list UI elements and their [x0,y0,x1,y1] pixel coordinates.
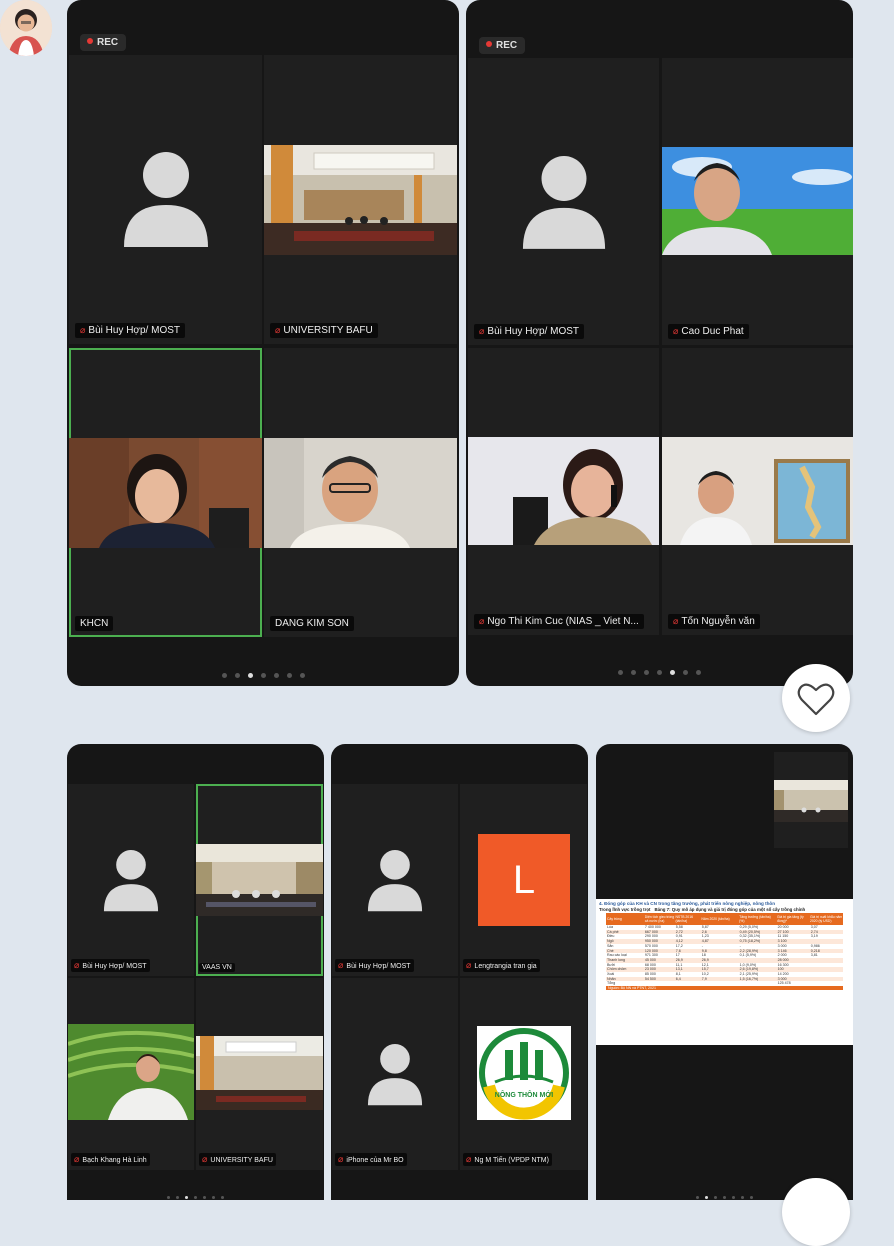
table-body: Lúa 7 400 000 5,58 5,87 0,29 (5,0%) 20 000 3,0… [606,925,843,986]
nong-thon-moi-logo: NÔNG THÔN MỚI [477,1026,571,1120]
participant-tile[interactable]: ⌀ UNIVERSITY BAFU [196,978,323,1170]
muted-mic-icon: ⌀ [466,960,472,970]
participant-tile[interactable]: ⌀ UNIVERSITY BAFU [264,55,457,344]
data-table: Cây trồng Diện tích gieo trồng cả nước (… [606,913,843,991]
muted-mic-icon: ⌀ [466,1154,472,1164]
participant-video [662,437,853,545]
default-user-icon [103,850,159,912]
slide-subtitle: Trong lĩnh vực trồng trọt [599,907,651,912]
recording-label: REC [496,40,518,51]
participant-tile[interactable]: ⌀ Ngo Thi Kim Cuc (NIAS _ Viet N... [468,348,659,635]
muted-mic-icon: ⌀ [479,616,485,626]
default-user-icon [123,152,208,247]
participant-tile[interactable]: ⌀ Bạch Khang Hà Linh [68,978,194,1170]
participant-name: KHCN [75,616,114,631]
participant-tile[interactable]: ⌀ iPhone của Mr BO [332,978,458,1170]
participant-name: ⌀ Bùi Huy Hợp/ MOST [335,959,414,972]
participant-video [468,437,659,545]
participant-name: ⌀ Bạch Khang Hà Linh [71,1153,150,1166]
default-user-icon [367,1044,423,1106]
participant-name: ⌀ iPhone của Mr BO [335,1153,407,1166]
meeting-screenshot-1[interactable]: REC ⌀ Bùi Huy Hợp/ MOST ⌀ UNIVERSITY BAF… [67,0,459,686]
muted-mic-icon: ⌀ [74,1154,80,1164]
self-view-thumbnail[interactable] [774,752,848,848]
participant-tile[interactable]: ⌀ Cao Duc Phat [662,58,853,345]
participant-tile[interactable]: ⌀ Bùi Huy Hợp/ MOST [69,55,262,344]
meeting-screenshot-5[interactable]: 4. Đóng góp của KH và CN trong tăng trưở… [596,744,853,1200]
record-dot-icon [486,41,492,47]
muted-mic-icon: ⌀ [673,616,679,626]
muted-mic-icon: ⌀ [202,1154,208,1164]
muted-mic-icon: ⌀ [74,960,80,970]
participant-tile[interactable]: ⌀ Bùi Huy Hợp/ MOST [332,784,458,976]
participant-name: ⌀ Tốn Nguyễn văn [668,614,760,629]
participant-name: ⌀ Ng M Tiến (VPDP NTM) [463,1153,552,1166]
participant-tile[interactable]: ⌀ Bùi Huy Hợp/ MOST [68,784,194,976]
participant-tile[interactable]: NÔNG THÔN MỚI ⌀ Ng M Tiến (VPDP NTM) [460,978,587,1170]
participant-name: ⌀ Cao Duc Phat [668,324,749,339]
participant-name: ⌀ Ngo Thi Kim Cuc (NIAS _ Viet N... [474,614,644,629]
muted-mic-icon: ⌀ [275,325,281,335]
page-indicator[interactable] [67,1186,324,1200]
participant-video [69,438,262,548]
muted-mic-icon: ⌀ [673,326,679,336]
active-speaker-tile[interactable]: VAAS VN [196,784,323,976]
participant-name: ⌀ Bùi Huy Hợp/ MOST [75,323,185,338]
heart-outline-icon [797,683,835,716]
participant-tile[interactable]: ⌀ Bùi Huy Hợp/ MOST [468,58,659,345]
participant-initial-avatar: L [478,834,570,926]
conference-room-video [264,145,457,255]
participant-tile[interactable]: DANG KIM SON [264,348,457,637]
default-user-icon [367,850,423,912]
recording-label: REC [97,37,119,48]
active-speaker-tile[interactable]: KHCN [69,348,262,637]
like-button[interactable] [782,1178,850,1246]
like-button[interactable] [782,664,850,732]
default-user-icon [522,156,605,249]
muted-mic-icon: ⌀ [338,960,344,970]
meeting-screenshot-3[interactable]: ⌀ Bùi Huy Hợp/ MOST VAAS VN ⌀ Bạch Khang… [67,744,324,1200]
muted-mic-icon: ⌀ [80,325,86,335]
shared-slide: 4. Đóng góp của KH và CN trong tăng trưở… [596,899,853,1045]
participant-video [662,147,853,255]
muted-mic-icon: ⌀ [479,326,485,336]
participant-video [68,1024,194,1120]
slide-heading: 4. Đóng góp của KH và CN trong tăng trưở… [599,901,776,906]
recording-badge: REC [80,34,127,51]
participant-name: ⌀ Bùi Huy Hợp/ MOST [474,324,584,339]
muted-mic-icon: ⌀ [338,1154,344,1164]
participant-name: ⌀ Lengtrangia tran gia [463,959,540,972]
participant-name: ⌀ UNIVERSITY BAFU [199,1153,276,1166]
participant-name: ⌀ Bùi Huy Hợp/ MOST [71,959,150,972]
participant-tile[interactable]: ⌀ Tốn Nguyễn văn [662,348,853,635]
table-source: Nguồn: Bộ NN và PTNT, 2021 [606,986,843,991]
meeting-screenshot-4[interactable]: ⌀ Bùi Huy Hợp/ MOST L ⌀ Lengtrangia tran g… [331,744,588,1200]
table-title: Bảng 7: Quy mô áp dụng và giá trị đóng g… [654,907,806,912]
record-dot-icon [87,38,93,44]
participant-name: DANG KIM SON [270,616,354,631]
participant-name: ⌀ UNIVERSITY BAFU [270,323,378,338]
recording-badge: REC [479,37,526,54]
logo-text: NÔNG THÔN MỚI [494,1092,554,1099]
participant-video [264,438,457,548]
conference-room-video [196,1036,323,1110]
page-indicator[interactable] [67,665,459,683]
participant-name: VAAS VN [199,963,235,972]
meeting-screenshot-2[interactable]: REC ⌀ Bùi Huy Hợp/ MOST ⌀ Cao Duc Phat ⌀… [466,0,853,686]
participant-tile[interactable]: L ⌀ Lengtrangia tran gia [460,784,587,976]
profile-avatar[interactable] [0,0,52,56]
conference-room-video [196,844,323,916]
